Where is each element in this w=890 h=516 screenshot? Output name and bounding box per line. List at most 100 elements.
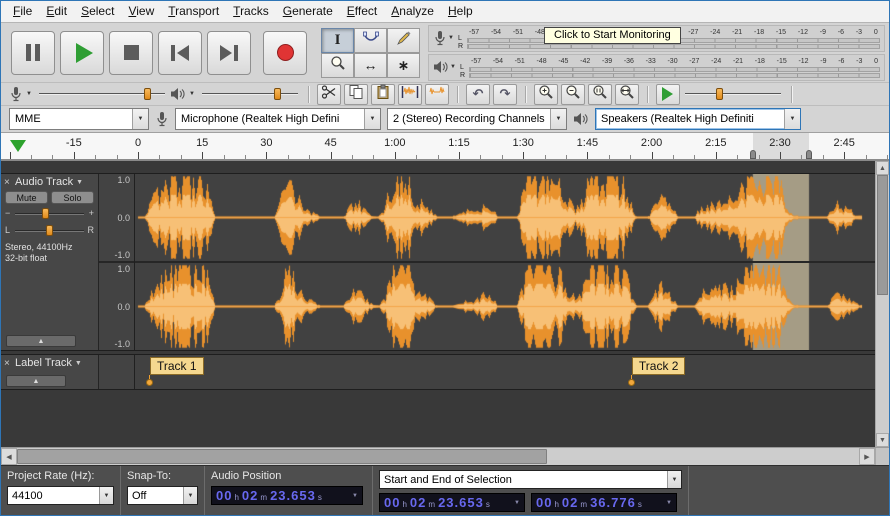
selection-grip[interactable]	[806, 150, 812, 159]
menu-item-file[interactable]: File	[6, 1, 39, 22]
envelope-tool-button[interactable]	[354, 27, 387, 53]
label-marker-icon[interactable]	[145, 379, 153, 386]
project-rate-select[interactable]: 44100 ▼	[7, 486, 114, 505]
audio-track-title[interactable]: Audio Track	[15, 176, 73, 188]
menu-item-generate[interactable]: Generate	[276, 1, 340, 22]
menu-item-view[interactable]: View	[121, 1, 161, 22]
playback-volume-slider[interactable]	[200, 85, 300, 103]
pan-slider-thumb[interactable]	[45, 225, 53, 236]
solo-button[interactable]: Solo	[51, 191, 94, 204]
collapse-track-button[interactable]: ▲	[6, 335, 76, 347]
pan-slider[interactable]: L R	[5, 224, 94, 238]
label-flag[interactable]: Track 2	[627, 357, 686, 387]
mute-button[interactable]: Mute	[5, 191, 48, 204]
menu-item-help[interactable]: Help	[441, 1, 480, 22]
scroll-down-button[interactable]: ▼	[876, 433, 889, 447]
waveform-area[interactable]	[135, 174, 875, 350]
horizontal-scrollbar[interactable]: ◀ ▶	[1, 447, 889, 465]
timeline-pin-icon[interactable]	[10, 140, 26, 152]
menu-item-select[interactable]: Select	[74, 1, 121, 22]
dropdown-caret-icon[interactable]: ▼	[183, 487, 197, 504]
pause-button[interactable]	[11, 30, 55, 75]
skip-to-end-button[interactable]	[207, 30, 251, 75]
time-minutes[interactable]: 02	[242, 488, 258, 503]
timeline-ruler[interactable]: -15 0 15 30 45 1:00 1:15 1:30 1:45 2:00 2:15 2:30 2:…	[1, 133, 889, 161]
scroll-left-button[interactable]: ◀	[1, 448, 17, 465]
selection-mode-select[interactable]: Start and End of Selection ▼	[379, 470, 682, 489]
trim-audio-button[interactable]	[397, 83, 422, 105]
selection-grip[interactable]	[749, 150, 756, 159]
play-speed-slider[interactable]	[683, 85, 783, 103]
cut-button[interactable]	[316, 83, 341, 105]
playback-meter-caret-icon[interactable]: ▼	[450, 64, 456, 70]
dropdown-caret-icon[interactable]: ▼	[667, 471, 681, 488]
slider-thumb[interactable]	[715, 88, 723, 100]
vertical-scroll-thumb[interactable]	[877, 175, 888, 295]
audio-host-select[interactable]: MME ▼	[9, 108, 149, 130]
time-seconds[interactable]: 23.653	[270, 488, 316, 503]
dropdown-caret-icon[interactable]: ▼	[663, 500, 672, 506]
dropdown-caret-icon[interactable]: ▼	[99, 487, 113, 504]
paste-button[interactable]	[370, 83, 395, 105]
zoom-out-button[interactable]	[560, 83, 585, 105]
fit-selection-button[interactable]	[587, 83, 612, 105]
label-marker-icon[interactable]	[627, 379, 635, 386]
playback-meter[interactable]: ▼ LR -57 -54 -51 -48 -45 -42 -39 -36 -33 -30 -27 -2…	[428, 53, 885, 81]
menu-item-edit[interactable]: Edit	[39, 1, 74, 22]
dropdown-caret-icon[interactable]: ▼	[550, 109, 566, 129]
stop-button[interactable]	[109, 30, 153, 75]
selection-start-display[interactable]: 00 h 02 m 23.653 s ▼	[379, 493, 525, 512]
scroll-right-button[interactable]: ▶	[859, 448, 875, 465]
playback-device-select[interactable]: Speakers (Realtek High Definiti ▼	[595, 108, 801, 130]
time-minutes[interactable]: 02	[562, 495, 578, 510]
silence-audio-button[interactable]	[424, 83, 449, 105]
dropdown-caret-icon[interactable]: ▼	[349, 493, 358, 499]
gain-slider-thumb[interactable]	[42, 208, 50, 219]
zoom-in-button[interactable]	[533, 83, 558, 105]
recording-meter-caret-icon[interactable]: ▼	[448, 35, 454, 41]
multi-tool-button[interactable]: ∗	[387, 52, 420, 78]
skip-to-start-button[interactable]	[158, 30, 202, 75]
gain-slider[interactable]: − +	[5, 207, 94, 221]
monitoring-tooltip[interactable]: Click to Start Monitoring	[544, 27, 681, 44]
play-at-speed-button[interactable]	[655, 83, 680, 105]
time-minutes[interactable]: 02	[410, 495, 426, 510]
label-area[interactable]: Track 1 Track 2	[135, 355, 875, 389]
horizontal-scroll-thumb[interactable]	[17, 449, 548, 464]
play-button[interactable]	[60, 30, 104, 75]
dropdown-caret-icon[interactable]: ▼	[364, 109, 380, 129]
label-flag[interactable]: Track 1	[145, 357, 204, 387]
close-track-button[interactable]: ×	[4, 358, 15, 369]
time-seconds[interactable]: 36.776	[590, 495, 636, 510]
waveform-right-channel[interactable]	[135, 263, 875, 350]
menu-item-analyze[interactable]: Analyze	[384, 1, 441, 22]
selection-end-display[interactable]: 00 h 02 m 36.776 s ▼	[531, 493, 677, 512]
collapse-label-track-button[interactable]: ▲	[6, 375, 66, 387]
time-hours[interactable]: 00	[216, 488, 232, 503]
vertical-scale-ruler[interactable]: 1.0 0.0 -1.0 1.0 0.0 -1.0	[99, 174, 135, 350]
label-text[interactable]: Track 2	[631, 357, 686, 375]
label-text[interactable]: Track 1	[149, 357, 204, 375]
copy-button[interactable]	[343, 83, 368, 105]
undo-button[interactable]: ↶	[465, 83, 490, 105]
horizontal-scroll-track[interactable]	[17, 448, 859, 465]
vertical-scrollbar[interactable]: ▲ ▼	[875, 161, 889, 447]
scroll-up-button[interactable]: ▲	[876, 161, 889, 175]
waveform-left-channel[interactable]	[135, 174, 875, 261]
fit-project-button[interactable]	[614, 83, 639, 105]
menu-item-transport[interactable]: Transport	[161, 1, 226, 22]
audio-track-panel[interactable]: × Audio Track ▼ Mute Solo − + L R Stereo…	[1, 174, 99, 350]
menu-item-tracks[interactable]: Tracks	[226, 1, 276, 22]
close-track-button[interactable]: ×	[4, 177, 15, 188]
track-menu-caret-icon[interactable]: ▼	[76, 179, 83, 186]
track-menu-caret-icon[interactable]: ▼	[75, 360, 82, 367]
snap-to-select[interactable]: Off ▼	[127, 486, 198, 505]
label-track-title[interactable]: Label Track	[15, 357, 72, 369]
menu-item-effect[interactable]: Effect	[340, 1, 384, 22]
recording-volume-slider[interactable]	[37, 85, 167, 103]
recording-device-select[interactable]: Microphone (Realtek High Defini ▼	[175, 108, 381, 130]
dropdown-caret-icon[interactable]: ▼	[132, 109, 148, 129]
time-shift-tool-button[interactable]: ↔	[354, 52, 387, 78]
dropdown-caret-icon[interactable]: ▼	[784, 109, 800, 129]
selection-tool-button[interactable]: I	[321, 27, 354, 53]
